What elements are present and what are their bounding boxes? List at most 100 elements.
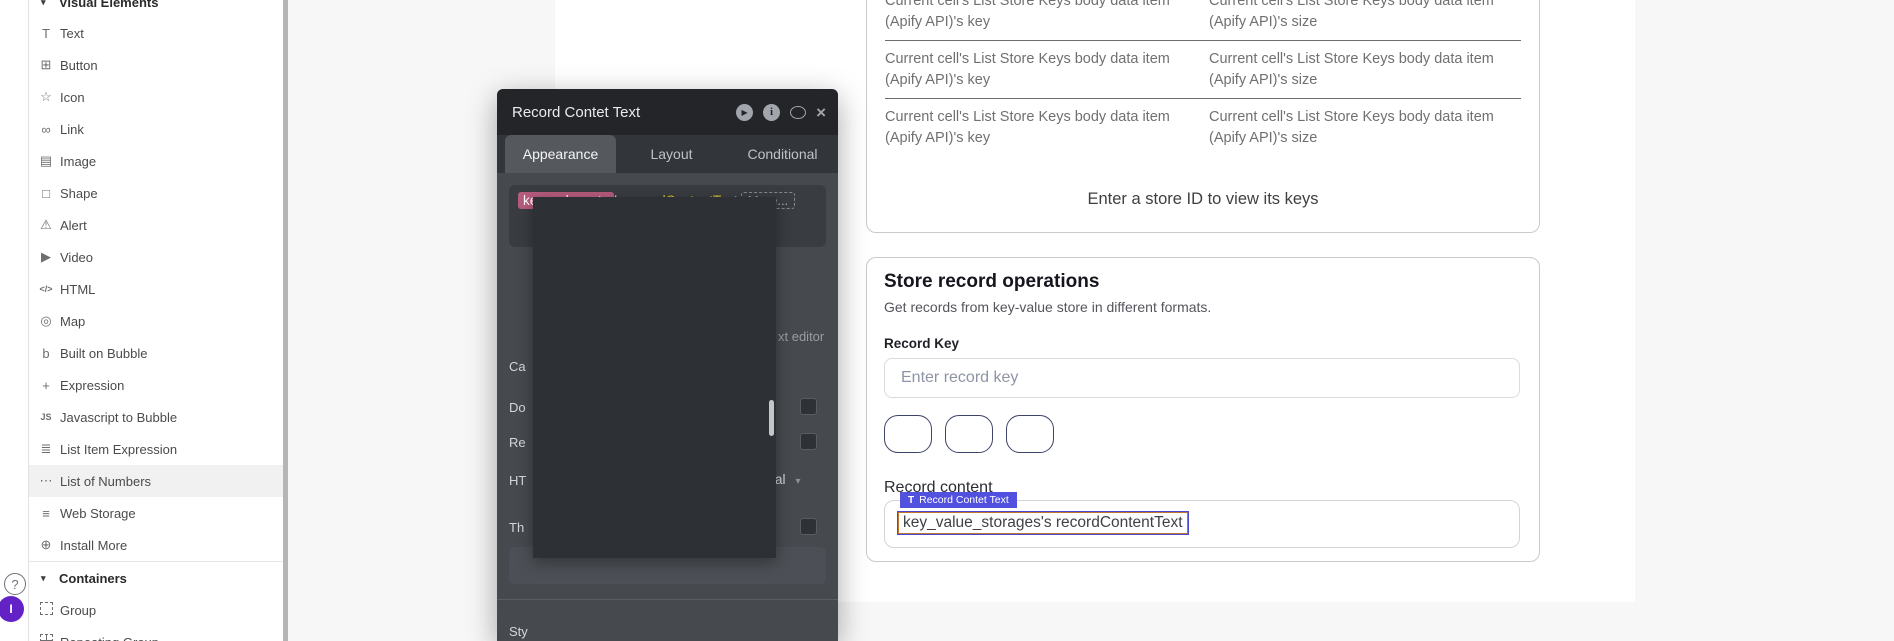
- dropdown-option[interactable]: [533, 539, 776, 558]
- dropdown-option[interactable]: [533, 399, 776, 427]
- link-icon: ∞: [38, 122, 54, 137]
- sidebar-item[interactable]: □ Shape: [29, 177, 283, 209]
- table-row: Current cell's List Store Keys body data…: [867, 99, 1539, 157]
- video-icon: ▶: [38, 249, 54, 265]
- record-action-button[interactable]: [884, 415, 932, 453]
- panel-tabs: Appearance Layout Conditional: [497, 135, 838, 173]
- dropdown-option[interactable]: [533, 511, 776, 539]
- ellipsis-icon: ⋯: [38, 473, 54, 489]
- tab-conditional[interactable]: Conditional: [727, 135, 838, 173]
- js-icon: JS: [38, 412, 54, 422]
- sidebar-item[interactable]: ☆ Icon: [29, 81, 283, 113]
- sidebar-scrollbar[interactable]: [283, 0, 288, 641]
- map-pin-icon: ◎: [38, 313, 54, 329]
- chevron-down-icon: ▾: [41, 0, 51, 8]
- store-keys-table: Current cell's List Store Keys body data…: [866, 0, 1540, 233]
- sidebar-item[interactable]: JS Javascript to Bubble: [29, 401, 283, 433]
- containers-header[interactable]: ▾ Containers: [29, 562, 283, 594]
- repeating-group-icon: [38, 634, 54, 641]
- sidebar-item[interactable]: </> HTML: [29, 273, 283, 305]
- sidebar-item[interactable]: ≡ Web Storage: [29, 497, 283, 529]
- section-subtitle: Get records from key-value store in diff…: [884, 299, 1211, 315]
- field-label-fragment: HT: [509, 473, 526, 488]
- size-cell: Current cell's List Store Keys body data…: [1209, 49, 1521, 99]
- close-icon[interactable]: ×: [816, 104, 826, 121]
- divider: [497, 599, 838, 600]
- checkbox[interactable]: [800, 518, 817, 535]
- sidebar-item[interactable]: ▶ Video: [29, 241, 283, 273]
- dropdown-option[interactable]: [533, 287, 776, 315]
- sidebar-item[interactable]: ▤ Image: [29, 145, 283, 177]
- chevron-down-icon: ▾: [796, 476, 801, 487]
- sidebar-item[interactable]: ≣ List Item Expression: [29, 433, 283, 465]
- sidebar-item[interactable]: Group: [29, 594, 283, 626]
- field-label-fragment: Re: [509, 435, 526, 450]
- play-icon[interactable]: ▶: [736, 104, 753, 121]
- sidebar-containers-list: Group Repeating Group: [29, 594, 283, 641]
- help-icon[interactable]: ?: [4, 573, 26, 595]
- sidebar-item[interactable]: + Expression: [29, 369, 283, 401]
- dropdown-option[interactable]: [533, 315, 776, 343]
- checkbox[interactable]: [800, 433, 817, 450]
- workspace-background-right: [1635, 0, 1894, 641]
- dropdown-option[interactable]: [533, 427, 776, 455]
- record-key-input[interactable]: [884, 358, 1520, 398]
- field-label-fragment: Ca: [509, 359, 526, 374]
- sidebar-item[interactable]: ⚠ Alert: [29, 209, 283, 241]
- web-storage-icon: ≡: [38, 506, 54, 521]
- panel-title: Record Contet Text: [512, 104, 736, 121]
- sidebar-item[interactable]: ∞ Link: [29, 113, 283, 145]
- sidebar-item[interactable]: Repeating Group: [29, 626, 283, 641]
- size-cell: Current cell's List Store Keys body data…: [1209, 107, 1521, 157]
- dropdown-option[interactable]: [533, 231, 776, 259]
- dropdown-option[interactable]: [533, 259, 776, 287]
- table-row: Current cell's List Store Keys body data…: [867, 41, 1539, 99]
- visual-elements-header[interactable]: ▾ Visual Elements: [29, 0, 283, 10]
- style-label-fragment: Sty: [509, 624, 528, 639]
- panel-header-icons: ▶ i ×: [736, 104, 826, 121]
- table-row: Current cell's List Store Keys body data…: [867, 0, 1539, 41]
- comment-icon[interactable]: [790, 106, 806, 119]
- alert-icon: ⚠: [38, 217, 54, 233]
- dropdown-scrollbar[interactable]: [769, 400, 774, 436]
- text-element-icon: T: [908, 495, 914, 506]
- dropdown-option[interactable]: [533, 483, 776, 511]
- dropdown-option[interactable]: [533, 371, 776, 399]
- dropdown-option[interactable]: [533, 203, 776, 231]
- panel-header[interactable]: Record Contet Text ▶ i ×: [497, 89, 838, 135]
- section-title: Store record operations: [884, 271, 1099, 293]
- image-icon: ▤: [38, 153, 54, 169]
- tab-layout[interactable]: Layout: [616, 135, 727, 173]
- selected-expression-text: key_value_storages's recordContentText: [898, 512, 1188, 534]
- dropdown-option[interactable]: [533, 343, 776, 371]
- button-icon: ⊞: [38, 57, 54, 73]
- store-keys-rows: Current cell's List Store Keys body data…: [867, 0, 1539, 157]
- avatar[interactable]: I: [0, 596, 24, 622]
- selected-text-element[interactable]: key_value_storages's recordContentText: [897, 511, 1189, 535]
- star-icon: ☆: [38, 89, 54, 105]
- rich-text-editor-link-fragment[interactable]: xt editor: [778, 329, 824, 344]
- visual-elements-label: Visual Elements: [59, 0, 158, 10]
- checkbox[interactable]: [800, 398, 817, 415]
- select-fragment[interactable]: al▾: [775, 472, 801, 487]
- bubble-icon: b: [38, 346, 54, 361]
- info-icon[interactable]: i: [763, 104, 780, 121]
- dropdown-option[interactable]: [533, 455, 776, 483]
- expression-autocomplete-dropdown: [533, 197, 776, 558]
- selected-element-badge[interactable]: T Record Contet Text: [900, 492, 1017, 508]
- tab-appearance[interactable]: Appearance: [505, 135, 616, 173]
- plus-icon: +: [38, 378, 54, 393]
- sidebar-item[interactable]: ⊞ Button: [29, 49, 283, 81]
- sidebar-item[interactable]: ◎ Map: [29, 305, 283, 337]
- containers-section: ▾ Containers Group Repeating Group: [29, 561, 283, 641]
- bubble-editor-window: ? I ▾ Visual Elements T Text ⊞ Button ☆ …: [0, 0, 1894, 641]
- record-action-button[interactable]: [1006, 415, 1054, 453]
- sidebar-item[interactable]: b Built on Bubble: [29, 337, 283, 369]
- chevron-down-icon: ▾: [41, 573, 51, 584]
- sidebar-item[interactable]: ⊕ Install More: [29, 529, 283, 561]
- store-record-operations-card: Store record operations Get records from…: [866, 257, 1540, 562]
- install-more-icon: ⊕: [38, 537, 54, 553]
- record-action-button[interactable]: [945, 415, 993, 453]
- sidebar-item[interactable]: ⋯ List of Numbers: [29, 465, 283, 497]
- sidebar-item[interactable]: T Text: [29, 17, 283, 49]
